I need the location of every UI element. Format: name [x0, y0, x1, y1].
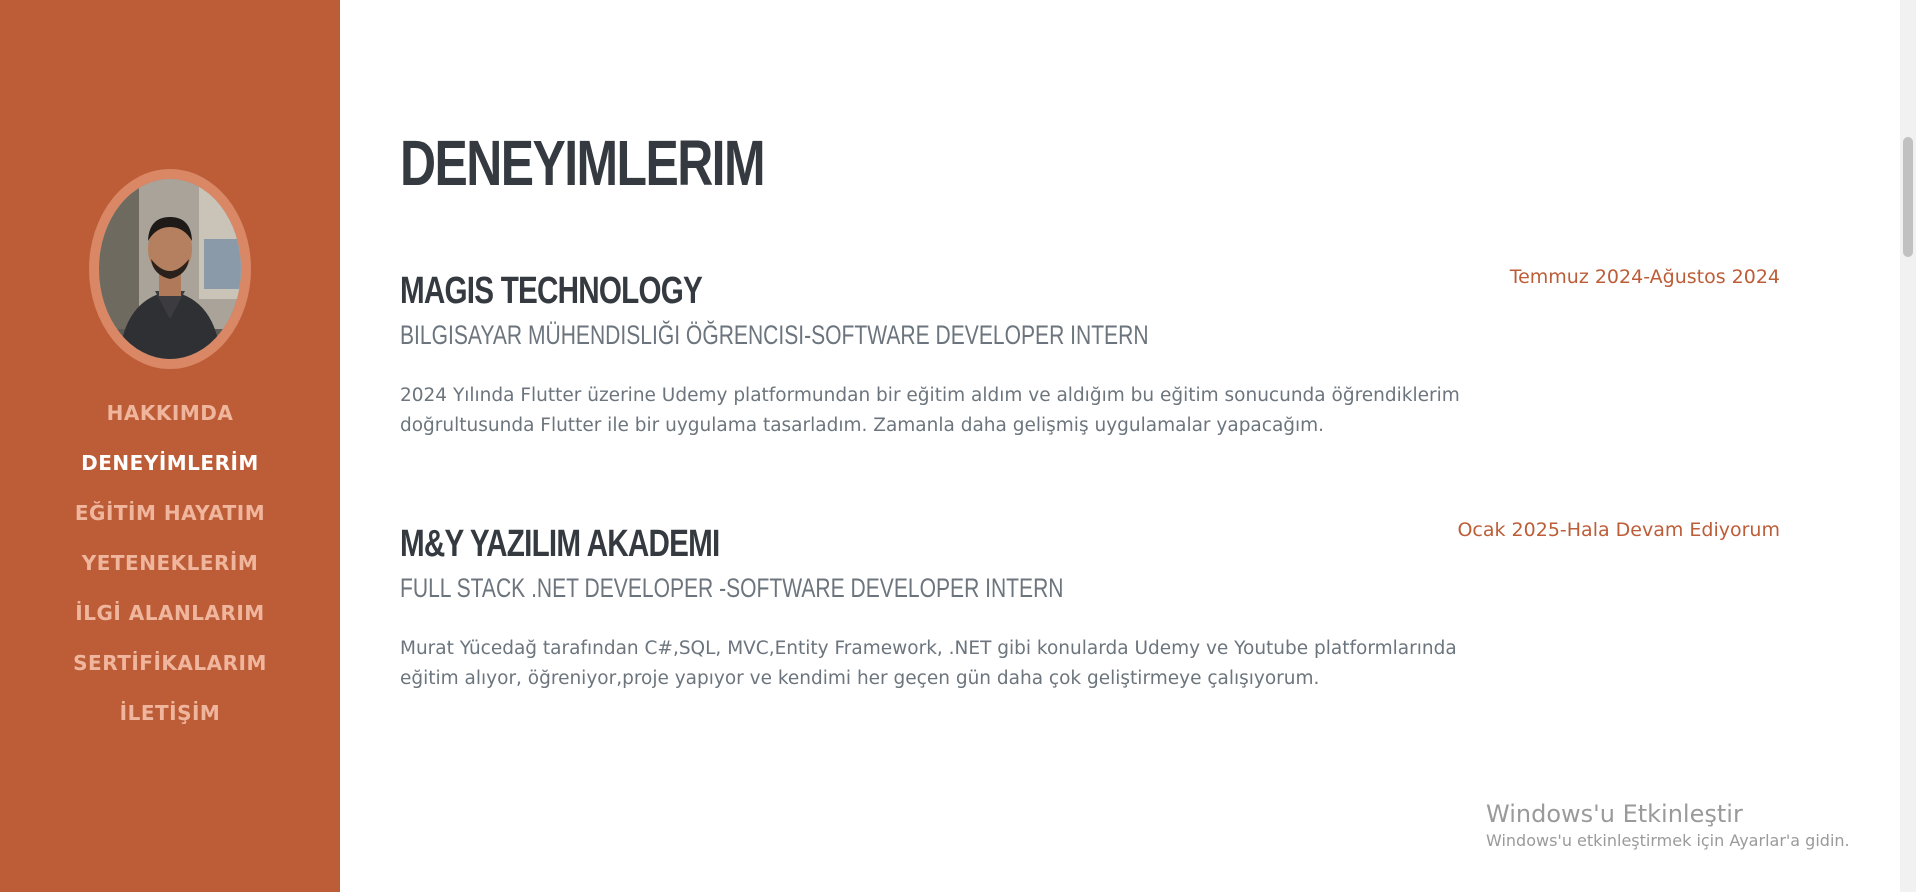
windows-activation-watermark: Windows'u Etkinleştir Windows'u etkinleş… [1486, 799, 1850, 853]
experience-date: Ocak 2025-Hala Devam Ediyorum [1457, 519, 1780, 541]
nav-item-deneyimlerim[interactable]: DENEYİMLERİM [0, 438, 340, 488]
experience-company: MAGIS TECHNOLOGY [400, 270, 703, 312]
scrollbar-thumb[interactable] [1903, 137, 1913, 257]
nav-item-egitim-hayatim[interactable]: EĞİTİM HAYATIM [0, 488, 340, 538]
watermark-subtitle: Windows'u etkinleştirmek için Ayarlar'a … [1486, 831, 1850, 850]
experience-description: 2024 Yılında Flutter üzerine Udemy platf… [400, 385, 1460, 436]
sidebar: HAKKIMDA DENEYİMLERİM EĞİTİM HAYATIM YET… [0, 0, 340, 892]
experience-role: FULL STACK .NET DEVELOPER -SOFTWARE DEVE… [400, 573, 1064, 603]
experience-role: BILGISAYAR MÜHENDISLIĞI ÖĞRENCISI-SOFTWA… [400, 320, 1149, 350]
main-content: DENEYIMLERIM MAGIS TECHNOLOGY BILGISAYAR… [400, 0, 1780, 892]
nav-item-iletisim[interactable]: İLETİŞİM [0, 688, 340, 738]
sidebar-nav: HAKKIMDA DENEYİMLERİM EĞİTİM HAYATIM YET… [0, 388, 340, 738]
nav-item-yeteneklerim[interactable]: YETENEKLERİM [0, 538, 340, 588]
page-title: DENEYIMLERIM [400, 127, 766, 199]
nav-item-hakkimda[interactable]: HAKKIMDA [0, 388, 340, 438]
page-scrollbar[interactable] [1900, 0, 1916, 892]
nav-item-ilgi-alanlarim[interactable]: İLGİ ALANLARIM [0, 588, 340, 638]
avatar [99, 179, 241, 359]
watermark-title: Windows'u Etkinleştir [1486, 800, 1743, 828]
experience-company: M&Y YAZILIM AKADEMI [400, 523, 720, 565]
experience-description: Murat Yücedağ tarafından C#,SQL, MVC,Ent… [400, 638, 1457, 689]
experience-date: Temmuz 2024-Ağustos 2024 [1509, 266, 1780, 288]
profile-photo [99, 179, 241, 359]
nav-item-sertifikalarim[interactable]: SERTİFİKALARIM [0, 638, 340, 688]
avatar-frame [89, 169, 251, 369]
